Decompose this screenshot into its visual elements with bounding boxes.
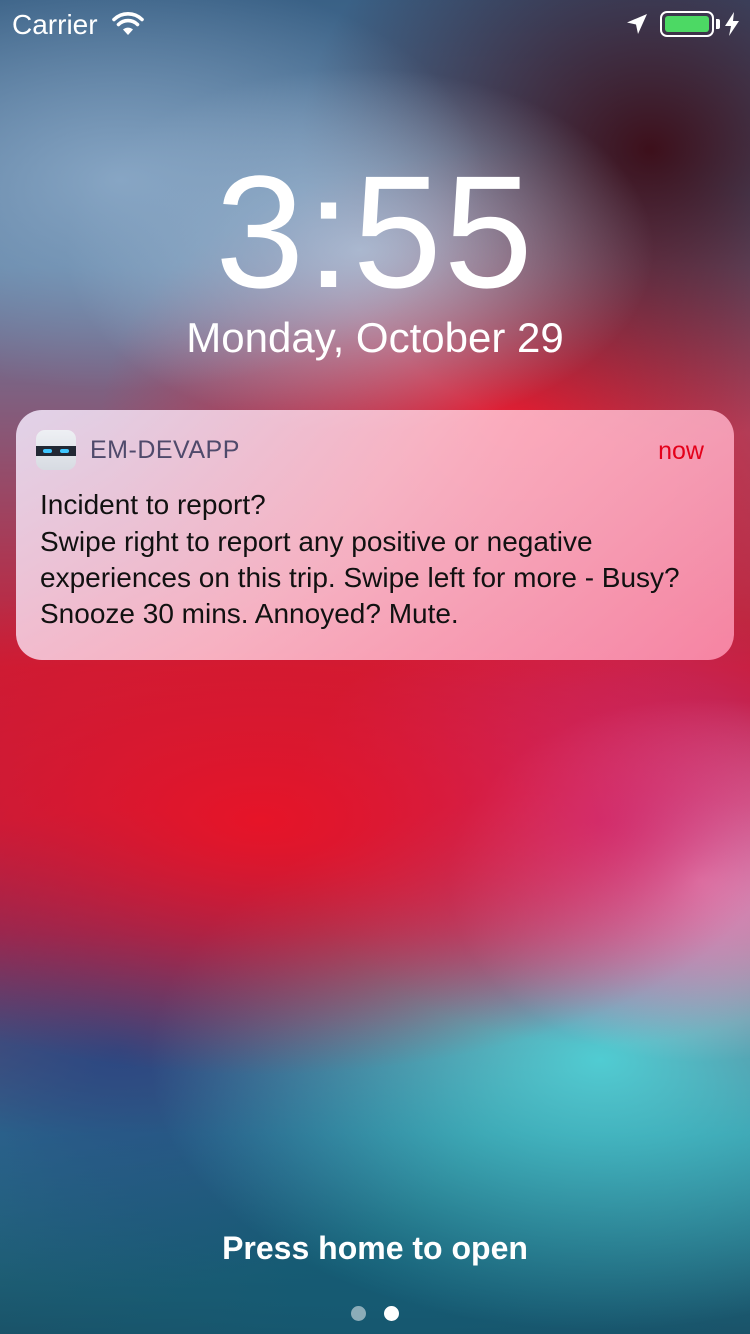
- notification-time: now: [658, 437, 704, 465]
- notification-body: Swipe right to report any positive or ne…: [40, 526, 680, 629]
- robot-face-icon: [36, 430, 76, 470]
- battery-nub: [716, 19, 720, 29]
- lock-screen-date: Monday, October 29: [186, 314, 564, 361]
- notification-card[interactable]: EM-DEVAPP now Incident to report? Swipe …: [16, 410, 734, 660]
- battery-indicator: [660, 11, 714, 37]
- notification-title: Incident to report?: [40, 489, 266, 520]
- press-home-hint: Press home to open: [222, 1230, 528, 1266]
- status-bar: Carrier: [0, 0, 750, 48]
- carrier-label: Carrier: [12, 9, 98, 40]
- location-arrow-icon: [627, 14, 647, 34]
- charging-bolt-icon: [725, 12, 739, 36]
- page-dot-2[interactable]: [384, 1306, 399, 1321]
- battery-fill: [665, 16, 709, 32]
- page-indicator[interactable]: [0, 1306, 750, 1321]
- page-dot-1[interactable]: [351, 1306, 366, 1321]
- notification-app-name: EM-DEVAPP: [90, 436, 240, 464]
- wifi-icon: [112, 12, 144, 35]
- lock-screen-time: 3:55: [215, 142, 535, 321]
